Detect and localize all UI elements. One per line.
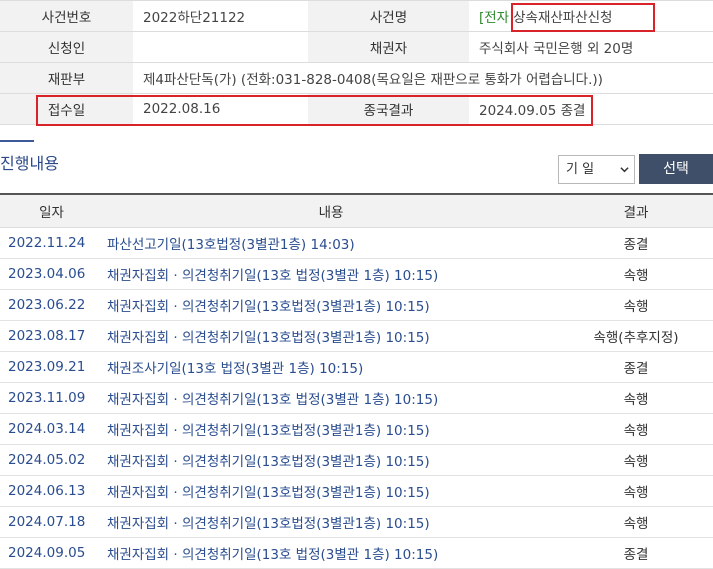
column-header-date: 일자 (0, 194, 103, 228)
row-content: 채권자집회 · 의견청취기일(13호법정(3별관1층) 10:15) (103, 506, 559, 538)
row-result: 종결 (559, 537, 713, 569)
row-date: 2024.06.13 (0, 475, 103, 507)
row-result: 종결 (559, 351, 713, 383)
ecase-tag: [전자 (479, 10, 510, 26)
table-row: 2024.09.05 채권자집회 · 의견청취기일(13호 법정(3별관 1층)… (0, 537, 713, 569)
row-date: 2022.11.24 (0, 227, 103, 259)
row-content: 채권자집회 · 의견청취기일(13호 법정(3별관 1층) 10:15) (103, 258, 559, 290)
row-result: 속행 (559, 413, 713, 445)
table-row: 2023.06.22 채권자집회 · 의견청취기일(13호법정(3별관1층) 1… (0, 289, 713, 321)
case-name-cell: [전자 상속재산파산신청 (469, 0, 713, 32)
row-result: 속행 (559, 444, 713, 476)
row-date: 2023.04.06 (0, 258, 103, 290)
row-content: 채권자집회 · 의견청취기일(13호법정(3별관1층) 10:15) (103, 475, 559, 507)
row-date: 2024.05.02 (0, 444, 103, 476)
table-row: 2023.08.17 채권자집회 · 의견청취기일(13호법정(3별관1층) 1… (0, 320, 713, 352)
row-result: 속행 (559, 258, 713, 290)
progress-table: 일자 내용 결과 2022.11.24 파산선고기일(13호법정(3별관1층) … (0, 193, 713, 569)
chevron-down-icon (620, 167, 629, 173)
case-number-label: 사건번호 (0, 0, 133, 32)
case-number-value: 2022하단21122 (133, 0, 308, 32)
court-value: 제4파산단독(가) (전화:031-828-0408(목요일은 재판으로 통화가… (133, 62, 713, 94)
table-row: 2023.11.09 채권자집회 · 의견청취기일(13호 법정(3별관 1층)… (0, 382, 713, 414)
final-result-label: 종국결과 (308, 93, 469, 125)
creditor-value: 주식회사 국민은행 외 20명 (469, 31, 713, 63)
case-info-table: 사건번호 2022하단21122 사건명 [전자 상속재산파산신청 신청인 채권자… (0, 0, 713, 125)
row-result: 종결 (559, 227, 713, 259)
court-label: 재판부 (0, 62, 133, 94)
row-content: 채권자집회 · 의견청취기일(13호법정(3별관1층) 10:15) (103, 320, 559, 352)
progress-header-row: 일자 내용 결과 (0, 194, 713, 228)
section-tab-indicator (0, 140, 34, 142)
row-result: 속행 (559, 475, 713, 507)
table-row: 2024.07.18 채권자집회 · 의견청취기일(13호법정(3별관1층) 1… (0, 506, 713, 538)
case-info-row: 신청인 채권자 주식회사 국민은행 외 20명 (0, 31, 713, 63)
row-content: 채권자집회 · 의견청취기일(13호 법정(3별관 1층) 10:15) (103, 382, 559, 414)
row-result: 속행(추후지정) (559, 320, 713, 352)
row-result: 속행 (559, 289, 713, 321)
row-date: 2023.08.17 (0, 320, 103, 352)
row-date: 2023.11.09 (0, 382, 103, 414)
case-name-value: 상속재산파산신청 (513, 10, 613, 26)
column-header-result: 결과 (559, 194, 713, 228)
case-info-row: 재판부 제4파산단독(가) (전화:031-828-0408(목요일은 재판으로… (0, 62, 713, 94)
row-result: 속행 (559, 382, 713, 414)
creditor-label: 채권자 (308, 31, 469, 63)
row-content: 파산선고기일(13호법정(3별관1층) 14:03) (103, 227, 559, 259)
table-row: 2024.06.13 채권자집회 · 의견청취기일(13호법정(3별관1층) 1… (0, 475, 713, 507)
received-date-value: 2022.08.16 (133, 93, 308, 125)
applicant-value (133, 31, 308, 63)
case-info-row: 사건번호 2022하단21122 사건명 [전자 상속재산파산신청 (0, 0, 713, 32)
select-button[interactable]: 선택 (639, 154, 713, 184)
row-date: 2023.06.22 (0, 289, 103, 321)
applicant-label: 신청인 (0, 31, 133, 63)
row-content: 채권자집회 · 의견청취기일(13호법정(3별관1층) 10:15) (103, 289, 559, 321)
received-date-label: 접수일 (0, 93, 133, 125)
table-row: 2022.11.24 파산선고기일(13호법정(3별관1층) 14:03) 종결 (0, 227, 713, 259)
row-result: 속행 (559, 506, 713, 538)
row-date: 2024.07.18 (0, 506, 103, 538)
row-content: 채권조사기일(13호 법정(3별관 1층) 10:15) (103, 351, 559, 383)
table-row: 2024.03.14 채권자집회 · 의견청취기일(13호법정(3별관1층) 1… (0, 413, 713, 445)
table-row: 2023.09.21 채권조사기일(13호 법정(3별관 1층) 10:15) … (0, 351, 713, 383)
table-row: 2023.04.06 채권자집회 · 의견청취기일(13호 법정(3별관 1층)… (0, 258, 713, 290)
row-content: 채권자집회 · 의견청취기일(13호법정(3별관1층) 10:15) (103, 413, 559, 445)
column-header-content: 내용 (103, 194, 559, 228)
case-name-label: 사건명 (308, 0, 469, 32)
final-result-value: 2024.09.05 종결 (469, 93, 713, 125)
case-info-row: 접수일 2022.08.16 종국결과 2024.09.05 종결 (0, 93, 713, 125)
progress-filter-selected: 기 일 (566, 162, 595, 177)
progress-filter-select[interactable]: 기 일 (558, 155, 635, 184)
progress-section-title: 진행내용 (0, 154, 59, 173)
row-date: 2024.03.14 (0, 413, 103, 445)
row-date: 2023.09.21 (0, 351, 103, 383)
table-row: 2024.05.02 채권자집회 · 의견청취기일(13호법정(3별관1층) 1… (0, 444, 713, 476)
row-content: 채권자집회 · 의견청취기일(13호 법정(3별관 1층) 10:15) (103, 537, 559, 569)
row-date: 2024.09.05 (0, 537, 103, 569)
row-content: 채권자집회 · 의견청취기일(13호법정(3별관1층) 10:15) (103, 444, 559, 476)
